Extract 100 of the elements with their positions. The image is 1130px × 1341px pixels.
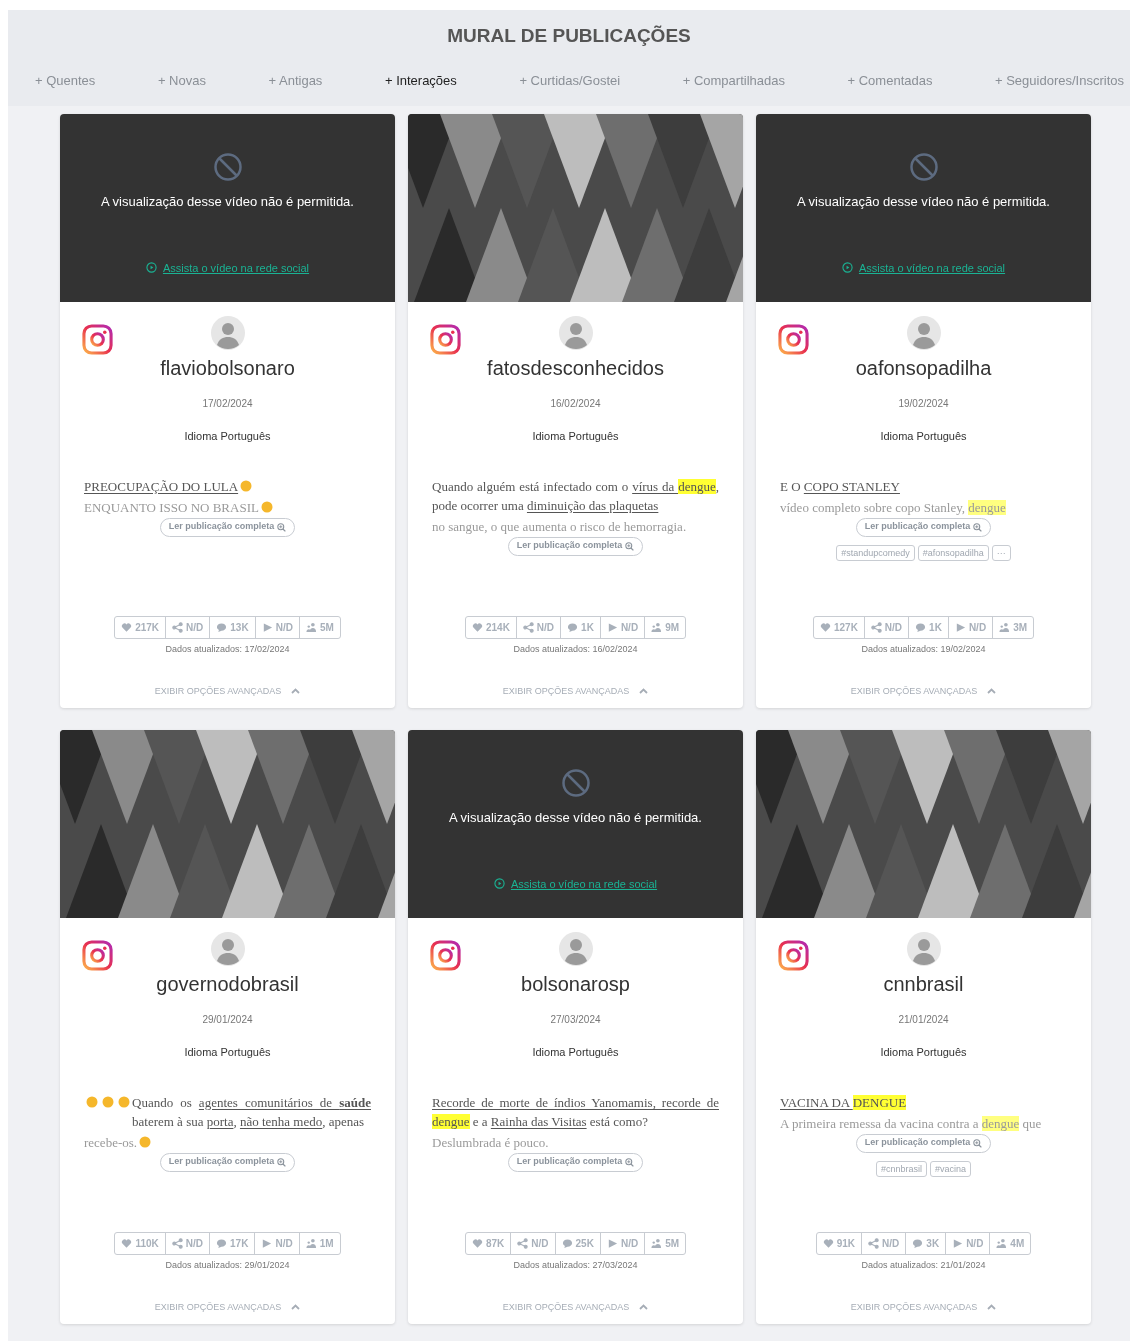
username: governodobrasil <box>156 972 299 997</box>
stat-value: 127K <box>833 621 858 635</box>
caret-up-icon <box>639 1304 649 1311</box>
stat-value: 1M <box>319 1237 334 1251</box>
avatar-icon <box>210 932 245 966</box>
emoji-icon <box>240 480 253 492</box>
stat-value: 91K <box>836 1237 856 1251</box>
filter-tab[interactable]: + Quentes <box>35 70 96 90</box>
emoji-icon <box>86 1096 98 1108</box>
zoom-icon <box>973 522 983 532</box>
stat-value: N/D <box>620 621 639 635</box>
post-text: VACINA DA DENGUE <box>780 1093 907 1112</box>
watch-link[interactable]: Assista o vídeo na rede social <box>145 259 310 276</box>
watch-link[interactable]: Assista o vídeo na rede social <box>841 259 1006 276</box>
stat-value: N/D <box>275 621 293 635</box>
caret-up-icon <box>987 1304 997 1311</box>
stat-value: 110K <box>135 1237 159 1251</box>
stat-value: N/D <box>186 621 204 635</box>
zoom-icon <box>973 1138 983 1148</box>
hashtag[interactable]: #afonsopadilha <box>917 544 989 561</box>
stat-value: N/D <box>185 1237 204 1251</box>
heart-icon <box>121 622 133 633</box>
share-icon <box>517 1238 529 1249</box>
avatar-icon <box>906 316 941 350</box>
zoom-icon <box>277 522 287 532</box>
heart-icon <box>471 622 483 633</box>
emoji-icon <box>118 1096 130 1108</box>
post-text: PREOCUPAÇÃO DO LULA <box>84 477 239 496</box>
people-icon <box>305 1238 317 1249</box>
share-icon <box>522 622 534 633</box>
filter-tab[interactable]: + Interações <box>384 70 457 90</box>
updated-date: Dados atualizados: 27/03/2024 <box>513 1259 638 1272</box>
stat-value: N/D <box>966 1237 984 1251</box>
stat-value: N/D <box>620 1237 639 1251</box>
zoom-icon <box>625 541 635 551</box>
advanced-options-button[interactable]: EXIBIR OPÇÕES AVANÇADAS <box>502 684 649 698</box>
hashtag[interactable]: #vacina <box>930 1160 972 1177</box>
filter-tab[interactable]: + Novas <box>157 70 206 90</box>
post-date: 19/02/2024 <box>898 397 949 411</box>
comment-icon <box>216 622 228 633</box>
filter-tab[interactable]: + Antigas <box>268 70 323 90</box>
filter-tab[interactable]: + Compartilhadas <box>682 70 785 90</box>
play-icon <box>261 1238 273 1249</box>
advanced-options-button[interactable]: EXIBIR OPÇÕES AVANÇADAS <box>850 684 997 698</box>
play-icon <box>606 622 618 633</box>
emoji-icon <box>102 1096 114 1108</box>
filter-tab[interactable]: + Seguidores/Inscritos <box>995 70 1124 90</box>
hashtag[interactable]: #cnnbrasil <box>875 1160 927 1177</box>
comment-icon <box>561 1238 573 1249</box>
post-date: 21/01/2024 <box>898 1013 949 1027</box>
language-label: Idioma Português <box>184 1045 271 1060</box>
advanced-options-button[interactable]: EXIBIR OPÇÕES AVANÇADAS <box>502 1300 649 1314</box>
caret-up-icon <box>639 688 649 695</box>
stat-value: N/D <box>884 621 903 635</box>
language-label: Idioma Português <box>880 1045 967 1060</box>
language-label: Idioma Português <box>532 429 619 444</box>
play-icon <box>954 622 966 633</box>
play-icon <box>261 622 273 633</box>
people-icon <box>651 1238 663 1249</box>
stat-value: 25K <box>575 1237 594 1251</box>
stat-value: 3M <box>1013 621 1028 635</box>
faded-post-text: Deslumbrada é pouco. <box>432 1133 549 1151</box>
hashtag[interactable]: ··· <box>991 544 1011 561</box>
instagram-icon <box>778 940 809 971</box>
hashtag[interactable]: #standupcomedy <box>836 544 915 561</box>
avatar-icon <box>558 932 593 966</box>
play-icon <box>606 1238 618 1249</box>
stat-value: N/D <box>531 1237 549 1251</box>
stat-value: 13K <box>230 621 249 635</box>
heart-icon <box>822 1238 834 1249</box>
faded-post-text: vídeo completo sobre copo Stanley, dengue <box>780 498 1006 516</box>
username: fatosdesconhecidos <box>487 356 664 381</box>
advanced-options-button[interactable]: EXIBIR OPÇÕES AVANÇADAS <box>154 1300 301 1314</box>
zoom-icon <box>277 1157 287 1167</box>
stat-value: 17K <box>230 1237 249 1251</box>
share-icon <box>171 1238 183 1249</box>
share-icon <box>870 622 882 633</box>
comment-icon <box>567 622 579 633</box>
watch-link[interactable]: Assista o vídeo na rede social <box>493 875 658 892</box>
comment-icon <box>915 622 927 633</box>
heart-icon <box>819 622 831 633</box>
stat-value: 3K <box>926 1237 940 1251</box>
advanced-options-button[interactable]: EXIBIR OPÇÕES AVANÇADAS <box>850 1300 997 1314</box>
heart-icon <box>121 1238 133 1249</box>
instagram-icon <box>82 940 113 971</box>
video-message: A visualização desse vídeo não é permitida. <box>101 193 354 211</box>
stat-value: 87K <box>485 1237 505 1251</box>
post-text: E O COPO STANLEY <box>780 477 900 496</box>
play-circle-icon <box>493 878 505 890</box>
post-date: 27/03/2024 <box>550 1013 601 1027</box>
filter-tab[interactable]: + Comentadas <box>847 70 933 90</box>
emoji-icon <box>139 1136 152 1148</box>
page-title: MURAL DE PUBLICAÇÕES <box>447 24 691 48</box>
advanced-options-button[interactable]: EXIBIR OPÇÕES AVANÇADAS <box>154 684 301 698</box>
post-date: 17/02/2024 <box>202 397 253 411</box>
filter-tab[interactable]: + Curtidas/Gostei <box>519 70 621 90</box>
prohibited-icon <box>212 152 243 182</box>
post-date: 16/02/2024 <box>550 397 601 411</box>
post-text: Recorde de morte de índios Yanomamis, recorde de dengue e a Rainha das Visitas está como? <box>432 1093 719 1131</box>
avatar-icon <box>558 316 593 350</box>
